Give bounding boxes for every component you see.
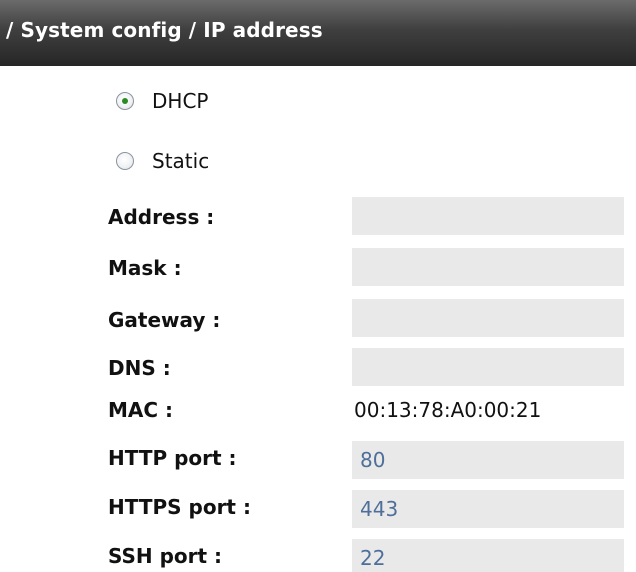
static-radio-label[interactable]: Static (152, 149, 209, 173)
ip-address-config-page: / System config / IP address DHCP Static… (0, 0, 636, 572)
dns-input[interactable] (352, 348, 624, 386)
radio-dot (122, 98, 128, 104)
mask-label: Mask : (108, 256, 182, 280)
radio-selected-icon[interactable] (116, 92, 134, 110)
ssh-port-label: SSH port : (108, 544, 223, 568)
dns-label: DNS : (108, 356, 171, 380)
https-port-label: HTTPS port : (108, 495, 251, 519)
gateway-label: Gateway : (108, 308, 221, 332)
https-port-input[interactable] (352, 490, 624, 528)
breadcrumb-title: / System config / IP address (6, 18, 323, 42)
gateway-input[interactable] (352, 299, 624, 337)
http-port-input[interactable] (352, 441, 624, 479)
address-label: Address : (108, 205, 215, 229)
radio-unselected-icon[interactable] (116, 152, 134, 170)
mac-value: 00:13:78:A0:00:21 (354, 398, 542, 422)
mask-input[interactable] (352, 248, 624, 286)
address-input[interactable] (352, 197, 624, 235)
ssh-port-input[interactable] (352, 539, 624, 572)
http-port-label: HTTP port : (108, 446, 237, 470)
dhcp-radio-label[interactable]: DHCP (152, 89, 208, 113)
mac-label: MAC : (108, 398, 174, 422)
page-header: / System config / IP address (0, 0, 636, 66)
